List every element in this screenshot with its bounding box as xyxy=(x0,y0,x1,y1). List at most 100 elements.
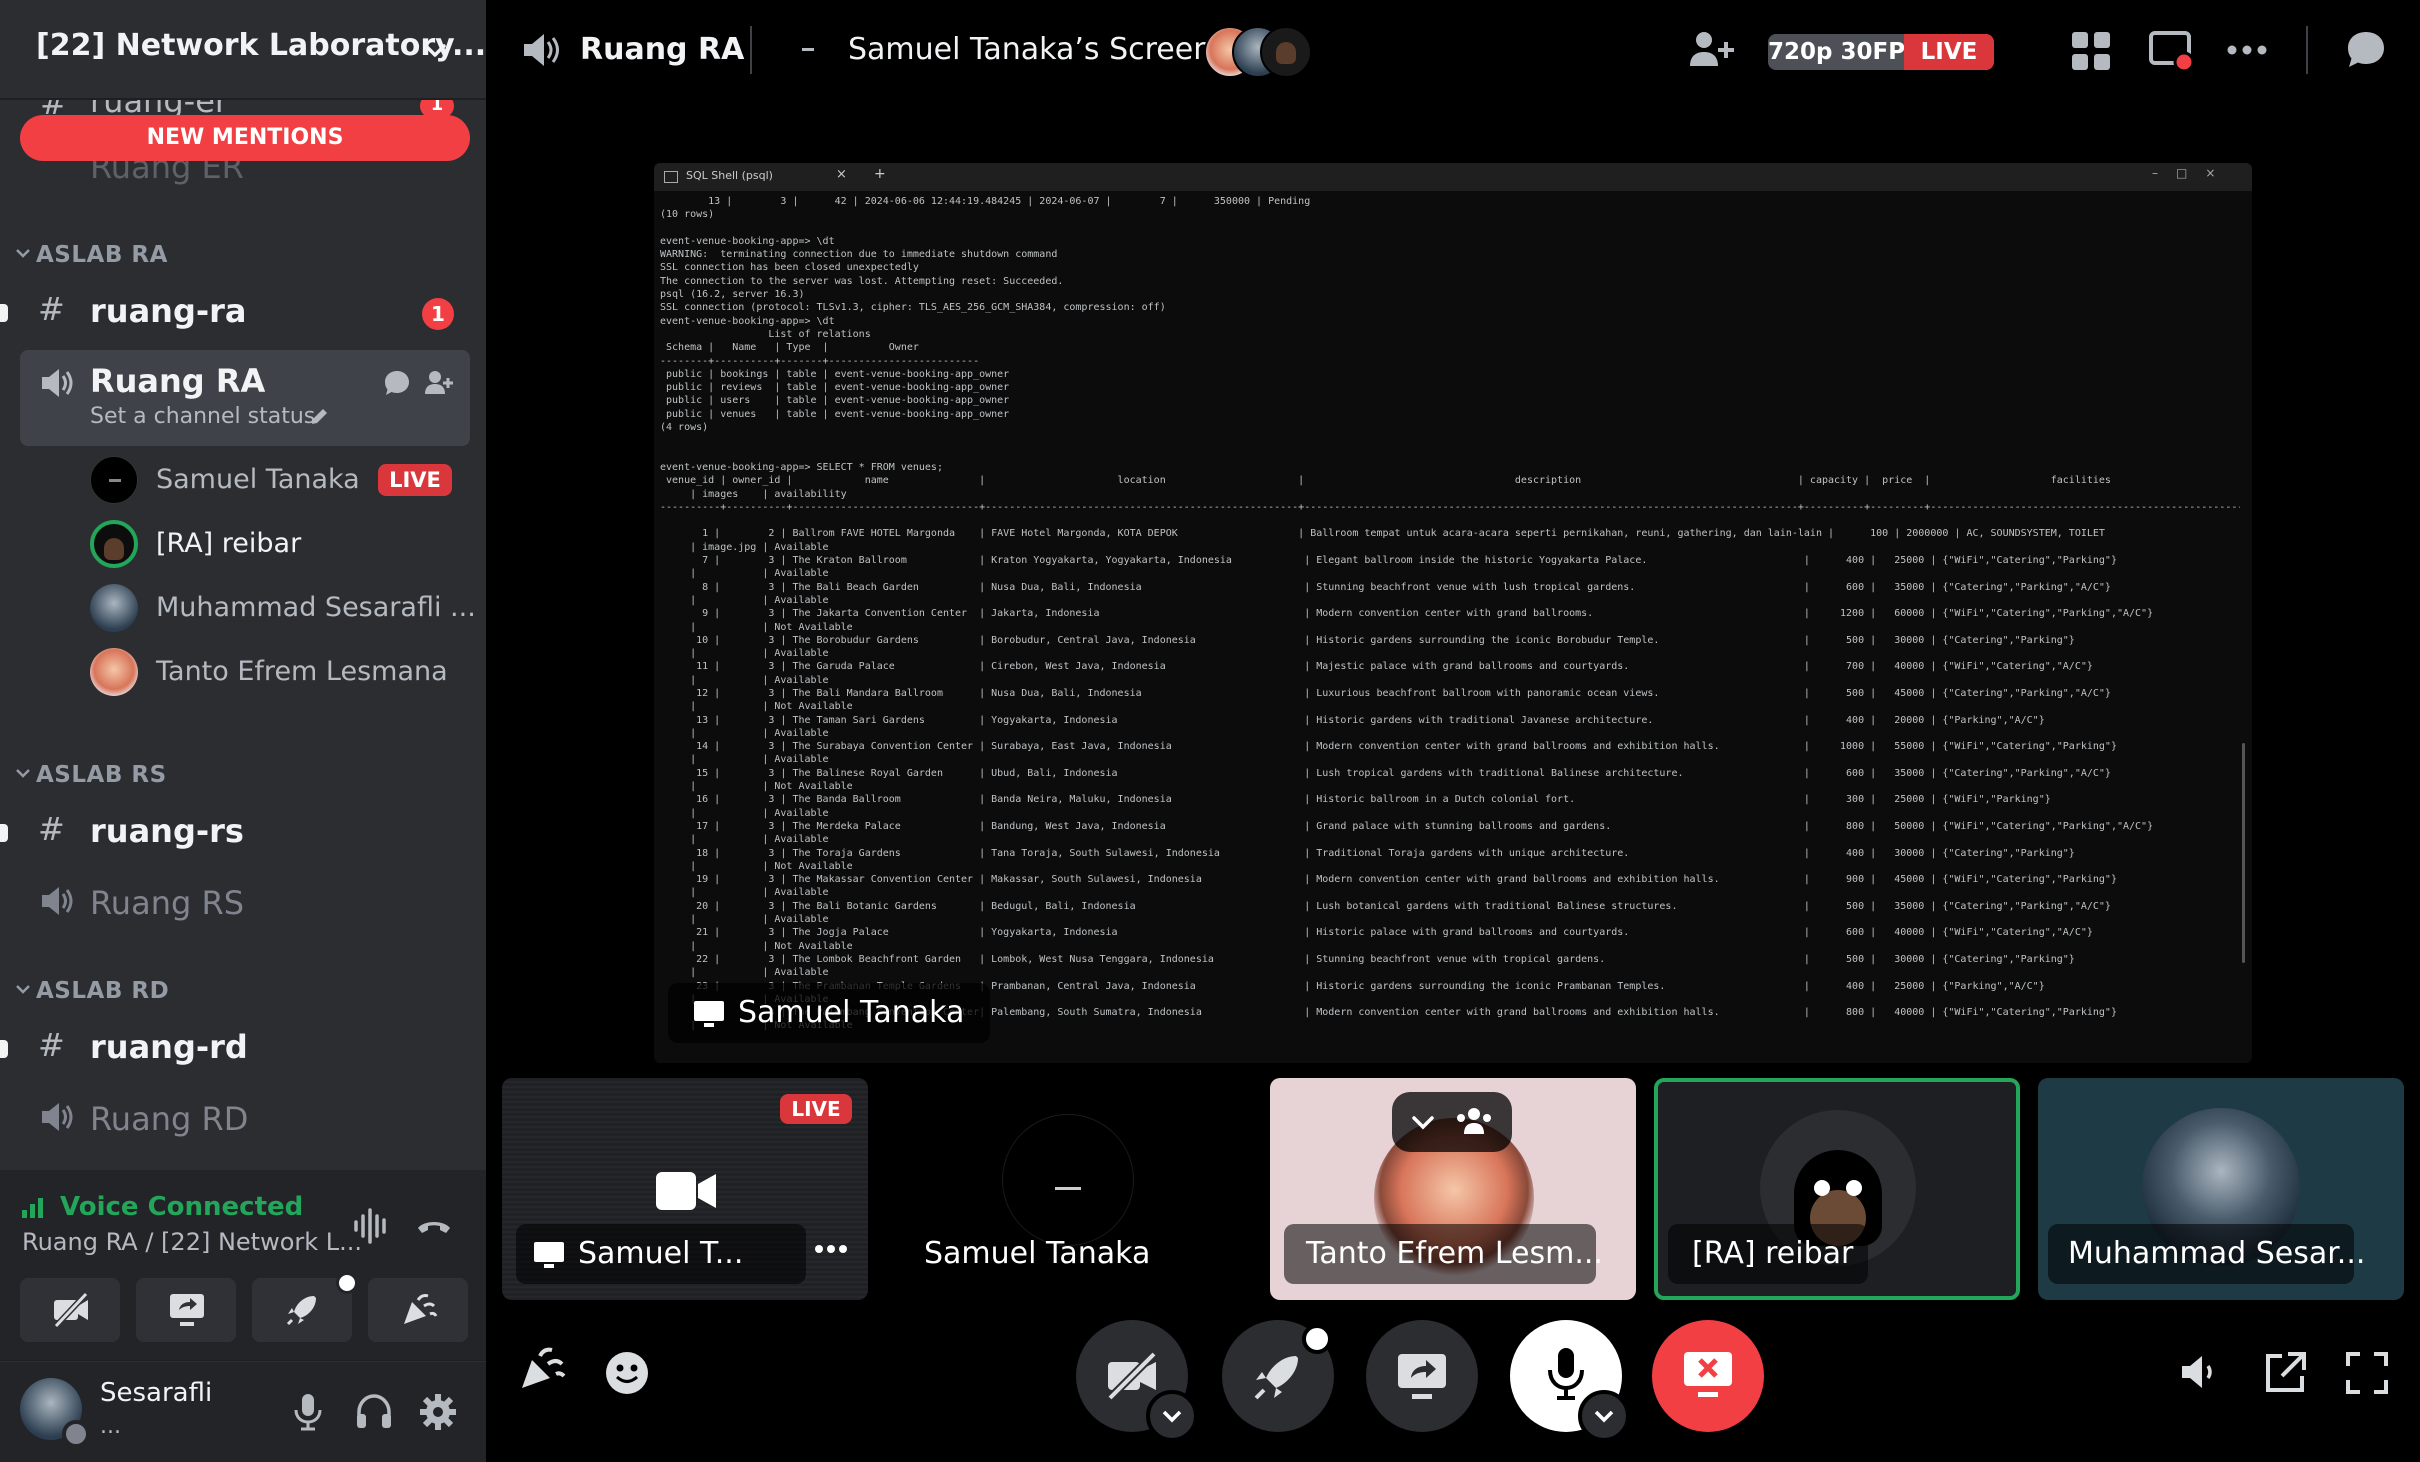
voice-member[interactable]: Tanto Efrem Lesmana xyxy=(90,646,470,698)
popout-icon[interactable] xyxy=(2262,1350,2308,1396)
invite-icon[interactable] xyxy=(1688,28,1736,72)
more-options-icon[interactable] xyxy=(814,1244,848,1254)
activities-button[interactable] xyxy=(252,1272,358,1342)
speaker-icon xyxy=(520,30,564,70)
terminal-line: 8 | 3 | The Bali Beach Garden | Nusa Dua… xyxy=(660,581,2111,593)
emoji-icon[interactable] xyxy=(604,1350,650,1396)
chevron-down-icon[interactable] xyxy=(1410,1110,1436,1136)
add-user-icon[interactable] xyxy=(424,368,454,398)
terminal-line: | | Available xyxy=(660,674,829,686)
new-mentions-button[interactable]: NEW MENTIONS xyxy=(20,115,470,161)
soundboard-button[interactable] xyxy=(368,1278,468,1342)
camera-toggle-button[interactable] xyxy=(1076,1320,1198,1442)
channel-name: Ruang RS xyxy=(90,884,244,922)
avatar xyxy=(1002,1114,1134,1246)
tile-hover-controls[interactable] xyxy=(1392,1092,1512,1152)
camera-options-button[interactable] xyxy=(1146,1390,1198,1442)
headphones-icon[interactable] xyxy=(354,1392,394,1432)
voice-member[interactable]: Samuel Tanaka LIVE xyxy=(90,454,470,506)
tile-muhammad[interactable]: Muhammad Sesar... xyxy=(2038,1078,2404,1300)
voice-channel-ruang-rs[interactable]: Ruang RS xyxy=(0,876,486,928)
disconnect-icon[interactable] xyxy=(414,1206,454,1246)
camera-off-icon xyxy=(1106,1352,1158,1400)
channel-status[interactable]: Set a channel status xyxy=(90,404,315,429)
terminal-line: List of relations xyxy=(660,328,871,340)
terminal-line: 18 | 3 | The Toraja Gardens | Tana Toraj… xyxy=(660,847,2075,859)
terminal-line: | | Not Available xyxy=(660,940,853,952)
category-name: ASLAB RD xyxy=(36,978,170,1004)
terminal-line: | | Available xyxy=(660,967,829,979)
channel-ruang-rd[interactable]: # ruang-rd xyxy=(0,1024,486,1076)
soundboard-icon[interactable] xyxy=(516,1346,566,1394)
volume-icon[interactable] xyxy=(2178,1350,2222,1394)
avatar xyxy=(90,456,138,504)
terminal-line: 14 | 3 | The Surabaya Convention Center … xyxy=(660,741,2117,753)
microphone-options-button[interactable] xyxy=(1578,1390,1630,1442)
voice-channel-ruang-rd[interactable]: Ruang RD xyxy=(0,1092,486,1144)
terminal-line: 15 | 3 | The Balinese Royal Garden | Ubu… xyxy=(660,767,2111,779)
tile-name: Samuel T... xyxy=(578,1236,744,1271)
stream-topbar: Ruang RA Samuel Tanaka’s Screen 720p 30F… xyxy=(486,0,2420,100)
microphone-icon[interactable] xyxy=(290,1392,326,1432)
terminal-line: 22 | 3 | The Lombok Beachfront Garden | … xyxy=(660,953,2075,965)
plus-icon: + xyxy=(874,166,886,182)
voice-member[interactable]: [RA] reibar xyxy=(90,518,470,570)
leave-stream-button[interactable] xyxy=(1652,1320,1764,1432)
terminal-line: 21 | 3 | The Jogja Palace | Yogyakarta, … xyxy=(660,927,2093,939)
server-header[interactable]: [22] Network Laboratory... xyxy=(0,0,486,100)
signal-icon[interactable] xyxy=(20,1194,46,1220)
pencil-icon[interactable] xyxy=(308,406,330,428)
terminal-line: public | users | table | event-venue-boo… xyxy=(660,395,1010,407)
tile-label: Muhammad Sesar... xyxy=(2048,1224,2365,1284)
chat-bubble-icon[interactable] xyxy=(2344,28,2388,72)
stop-watching-icon[interactable] xyxy=(2148,28,2194,74)
tile-tanto[interactable]: Tanto Efrem Lesm... xyxy=(1270,1078,1636,1300)
focus-user-icon[interactable] xyxy=(1454,1104,1494,1140)
terminal-line: SSL connection (protocol: TLSv1.3, ciphe… xyxy=(660,302,1166,314)
terminal-titlebar: SQL Shell (psql) × + –□× xyxy=(654,163,2252,191)
microphone-button[interactable] xyxy=(1510,1320,1630,1442)
tile-samuel-tanaka[interactable]: Samuel Tanaka xyxy=(886,1078,1252,1300)
gear-icon[interactable] xyxy=(418,1392,458,1432)
camera-off-button[interactable] xyxy=(20,1278,120,1342)
voice-connected-title[interactable]: Voice Connected xyxy=(60,1192,303,1222)
terminal-line: | | Not Available xyxy=(660,621,853,633)
screen-share-button[interactable] xyxy=(136,1278,236,1342)
noise-suppression-icon[interactable] xyxy=(352,1206,392,1246)
screen-share-button[interactable] xyxy=(1366,1320,1478,1432)
divider xyxy=(750,26,752,74)
username[interactable]: Sesarafli xyxy=(100,1378,212,1408)
terminal-line: | | Available xyxy=(660,568,829,580)
tile-reibar[interactable]: [RA] reibar xyxy=(1654,1078,2020,1300)
voice-member[interactable]: Muhammad Sesarafli ... xyxy=(90,582,476,634)
voice-channel-ruang-ra[interactable]: Ruang RA Set a channel status xyxy=(20,350,470,446)
grid-layout-icon[interactable] xyxy=(2070,30,2112,72)
terminal-line: 16 | 3 | The Banda Ballroom | Banda Neir… xyxy=(660,794,2051,806)
video-icon xyxy=(654,1168,718,1214)
more-options-icon[interactable] xyxy=(2226,44,2268,56)
stream-quality-badge: 720p 30FPS LIVE xyxy=(1768,34,1994,70)
channel-sidebar: [22] Network Laboratory... # ruang-er 1 … xyxy=(0,0,486,1462)
terminal-line: event-venue-booking-app=> \dt xyxy=(660,235,835,247)
voice-location[interactable]: Ruang RA / [22] Network L... xyxy=(22,1228,362,1256)
channel-ruang-ra[interactable]: # ruang-ra 1 xyxy=(0,288,486,340)
terminal-line: SSL connection has been closed unexpecte… xyxy=(660,262,919,274)
viewer-avatars[interactable] xyxy=(1204,24,1312,78)
chat-bubble-icon[interactable] xyxy=(382,368,412,398)
channel-ruang-rs[interactable]: # ruang-rs xyxy=(0,808,486,860)
terminal-line: | | Not Available xyxy=(660,781,853,793)
activities-button[interactable] xyxy=(1222,1320,1334,1432)
category-name: ASLAB RS xyxy=(36,762,167,788)
member-name: Samuel Tanaka xyxy=(156,464,360,495)
terminal-line: | | Available xyxy=(660,727,829,739)
tile-name: Tanto Efrem Lesm... xyxy=(1306,1236,1603,1271)
screen-icon xyxy=(532,1240,566,1270)
tile-stream-preview[interactable]: LIVE Samuel T... xyxy=(502,1078,868,1300)
avatar xyxy=(90,648,138,696)
stream-icon xyxy=(802,48,814,51)
close-icon: × xyxy=(836,167,847,182)
shared-screen[interactable]: SQL Shell (psql) × + –□× 13 | 3 | 42 | 2… xyxy=(654,163,2252,1063)
fullscreen-icon[interactable] xyxy=(2344,1350,2390,1396)
